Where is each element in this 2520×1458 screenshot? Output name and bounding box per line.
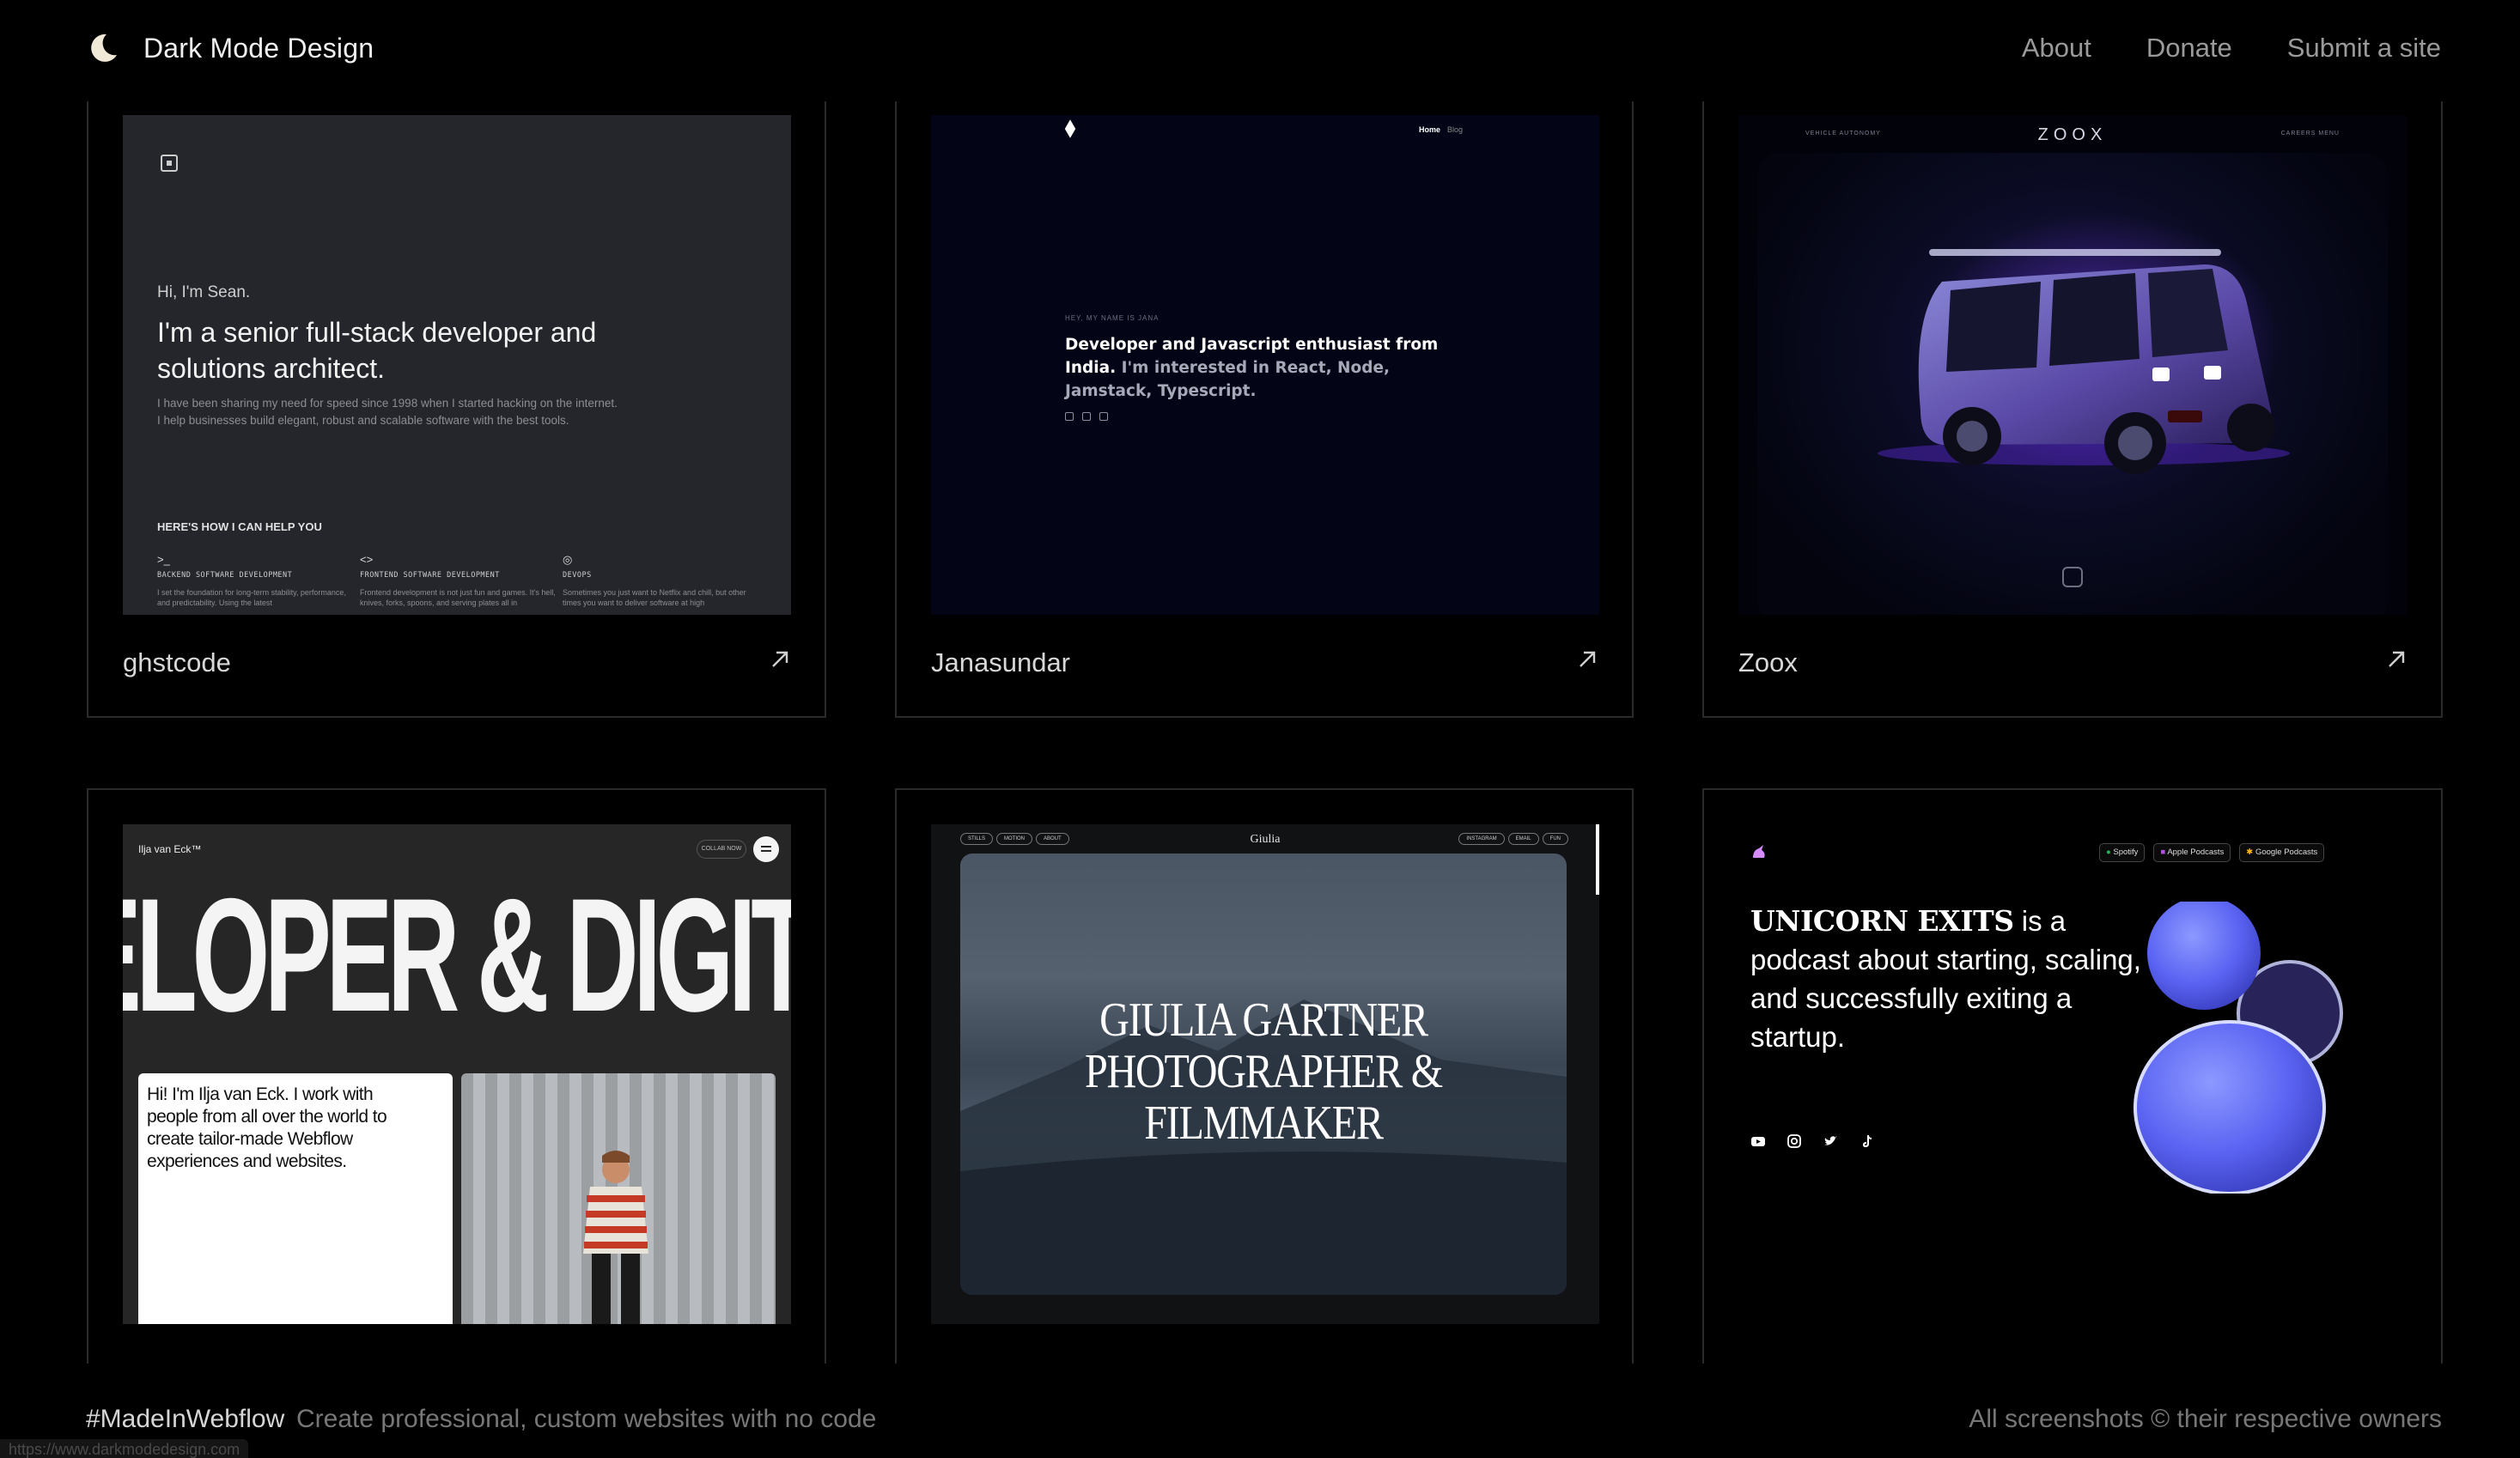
service-title: FRONTEND SOFTWARE DEVELOPMENT: [360, 571, 500, 580]
service-title: DEVOPS: [563, 571, 592, 580]
social-icons: [1750, 1133, 1874, 1149]
nav-submit-link[interactable]: Submit a site: [2287, 33, 2441, 64]
badge-label: Google Podcasts: [2255, 847, 2318, 857]
thumb-nav-blog: Blog: [1447, 125, 1464, 134]
portrait-photo: [461, 1073, 776, 1324]
site-screenshot[interactable]: Ilja van Eck™ COLLAB NOW ELOPER & DIGITA…: [123, 824, 791, 1324]
instagram-icon: [1787, 1134, 1801, 1148]
site-card-unicorn-exits[interactable]: ● Spotify ■ Apple Podcasts ✱ Google Podc…: [1702, 788, 2443, 1364]
site-card-zoox[interactable]: VEHICLE AUTONOMY ZOOX CAREERS MENU Zoox: [1702, 101, 2443, 718]
site-screenshot[interactable]: VEHICLE AUTONOMY ZOOX CAREERS MENU: [1738, 115, 2407, 615]
service-title: BACKEND SOFTWARE DEVELOPMENT: [157, 571, 293, 580]
service-text: I set the foundation for long-term stabi…: [157, 588, 346, 607]
google-podcasts-badge: ✱ Google Podcasts: [2239, 843, 2325, 862]
service-column: <> FRONTEND SOFTWARE DEVELOPMENT Fronten…: [360, 553, 557, 608]
service-text: Sometimes you just want to Netflix and c…: [563, 588, 746, 607]
thumb-headline: I'm a senior full-stack developer and so…: [157, 317, 597, 384]
nav-about-link[interactable]: About: [2022, 33, 2091, 64]
landscape-photo: GIULIA GARTNER PHOTOGRAPHER & FILMMAKER: [960, 854, 1567, 1295]
scrollbar: [1596, 824, 1599, 895]
badge-label: Spotify: [2113, 847, 2139, 857]
service-column: >_ BACKEND SOFTWARE DEVELOPMENT I set th…: [157, 553, 355, 608]
moon-logo-icon[interactable]: [86, 31, 120, 65]
site-screenshot[interactable]: Hi, I'm Sean. I'm a senior full-stack de…: [123, 115, 791, 615]
site-screenshot[interactable]: STILLS MOTION ABOUT Giulia INSTAGRAM EMA…: [931, 824, 1599, 1324]
twitter-icon: [1082, 412, 1091, 421]
site-card-janasundar[interactable]: Home Blog HEY, MY NAME IS JANA Developer …: [895, 101, 1634, 718]
site-card-ghstcode[interactable]: Hi, I'm Sean. I'm a senior full-stack de…: [87, 101, 826, 718]
browser-status-url: https://www.darkmodedesign.com: [0, 1439, 249, 1458]
external-link-arrow-icon[interactable]: [2384, 647, 2408, 671]
github-icon: [1065, 412, 1074, 421]
spotify-badge: ● Spotify: [2099, 843, 2146, 862]
site-screenshot[interactable]: ● Spotify ■ Apple Podcasts ✱ Google Podc…: [1738, 824, 2407, 1324]
nav-pill: FUN: [1542, 833, 1568, 845]
nav-pill: EMAIL: [1507, 833, 1539, 845]
site-card-giulia-gartner[interactable]: STILLS MOTION ABOUT Giulia INSTAGRAM EMA…: [895, 788, 1634, 1364]
service-text: Frontend development is not just fun and…: [360, 588, 556, 607]
external-link-arrow-icon[interactable]: [1575, 647, 1599, 671]
logo-icon: [1064, 119, 1076, 138]
code-icon: <>: [360, 553, 374, 566]
menu-icon: [753, 836, 779, 862]
social-icons: [1065, 412, 1108, 421]
thumb-eyebrow: HEY, MY NAME IS JANA: [1065, 314, 1160, 322]
brand-wordmark: UNICORN EXITS: [1750, 904, 2014, 938]
thumb-greeting: Hi, I'm Sean.: [157, 283, 251, 301]
footer-tagline[interactable]: Create professional, custom websites wit…: [296, 1405, 876, 1434]
vehicle-image: [1878, 213, 2290, 474]
target-icon: ◎: [563, 553, 573, 566]
main-nav: About Donate Submit a site: [2022, 33, 2441, 64]
thumb-headline: UNICORN EXITS is a podcast about startin…: [1750, 902, 2154, 1056]
apple-podcasts-badge: ■ Apple Podcasts: [2153, 843, 2231, 862]
title-line: FILMMAKER: [1144, 1097, 1384, 1150]
hero-panel: [1757, 153, 2388, 615]
logo-icon: [161, 155, 178, 172]
external-link-arrow-icon[interactable]: [768, 647, 792, 671]
thumb-headline: Developer and Javascript enthusiast from…: [1065, 333, 1477, 403]
service-column: ◎ DEVOPS Sometimes you just want to Netf…: [563, 553, 760, 608]
blob-illustration: [2133, 902, 2343, 1194]
terminal-icon: >_: [157, 553, 170, 566]
site-screenshot[interactable]: Home Blog HEY, MY NAME IS JANA Developer …: [931, 115, 1599, 615]
linkedin-icon: [1099, 412, 1108, 421]
thumb-body: I have been sharing my need for speed si…: [157, 397, 618, 427]
nav-donate-link[interactable]: Donate: [2146, 33, 2232, 64]
title-line: GIULIA GARTNER: [1099, 993, 1428, 1047]
card-title[interactable]: ghstcode: [123, 647, 231, 678]
thumb-title: GIULIA GARTNER PHOTOGRAPHER & FILMMAKER: [1002, 994, 1524, 1149]
thumb-right-nav: CAREERS MENU: [2280, 131, 2340, 137]
site-header: Dark Mode Design About Donate Submit a s…: [0, 0, 2520, 101]
nav-pill: INSTAGRAM: [1458, 833, 1505, 845]
brand-name[interactable]: Dark Mode Design: [143, 33, 374, 64]
thumb-intro: Hi! I'm Ilja van Eck. I work with people…: [147, 1084, 387, 1171]
tiktok-icon: [1863, 1135, 1872, 1147]
site-footer: #MadeInWebflow Create professional, cust…: [0, 1364, 2520, 1458]
person-image: [583, 1151, 648, 1324]
card-title[interactable]: Janasundar: [931, 647, 1070, 678]
thumb-nav-home: Home: [1419, 125, 1441, 134]
thumb-name: Ilja van Eck™: [138, 843, 202, 855]
thumb-collab-pill: COLLAB NOW: [697, 840, 746, 859]
footer-copyright: All screenshots © their respective owner…: [1969, 1405, 2442, 1433]
site-card-ilja-van-eck[interactable]: Ilja van Eck™ COLLAB NOW ELOPER & DIGITA…: [87, 788, 826, 1364]
made-in-webflow-link[interactable]: #MadeInWebflow: [86, 1405, 284, 1434]
scroll-down-icon: [2062, 567, 2083, 587]
badge-label: Apple Podcasts: [2167, 847, 2225, 857]
title-line: PHOTOGRAPHER &: [1085, 1045, 1443, 1098]
card-title[interactable]: Zoox: [1738, 647, 1798, 678]
youtube-icon: [1751, 1137, 1765, 1146]
twitter-icon: [1824, 1136, 1837, 1145]
thumb-help-title: HERE'S HOW I CAN HELP YOU: [157, 520, 322, 533]
thumb-huge-headline: ELOPER & DIGITAL DESIGN: [123, 865, 791, 1045]
thumb-nav: Home Blog: [1419, 125, 1463, 134]
unicorn-icon: [1753, 845, 1765, 858]
thumb-right-nav: INSTAGRAM EMAIL FUN: [1458, 833, 1568, 845]
podcast-badges: ● Spotify ■ Apple Podcasts ✱ Google Podc…: [2099, 843, 2325, 862]
